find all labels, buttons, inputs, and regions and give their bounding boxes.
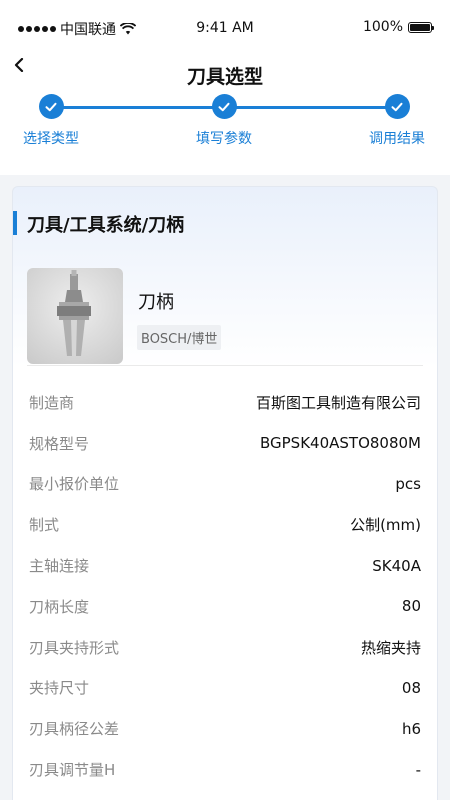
spec-row-manufacturer: 制造商 百斯图工具制造有限公司: [29, 382, 421, 423]
spec-label: 刃具调节量H: [29, 761, 116, 780]
status-bar: 中国联通 9:41 AM 100%: [0, 0, 450, 40]
spec-value: pcs: [395, 474, 421, 493]
status-right: 100%: [362, 19, 434, 35]
spec-list: 制造商 百斯图工具制造有限公司 规格型号 BGPSK40ASTO8080M 最小…: [29, 382, 421, 790]
spec-row-tolerance: 刃具柄径公差 h6: [29, 708, 421, 749]
spec-value: SK40A: [372, 556, 421, 575]
spec-value: 百斯图工具制造有限公司: [255, 393, 421, 412]
step-progress: 选择类型 填写参数 调用结果: [0, 90, 450, 170]
spec-row-length: 刀柄长度 80: [29, 586, 421, 627]
page-title: 刀具选型: [186, 66, 263, 88]
step-select-type[interactable]: 选择类型: [23, 94, 79, 148]
result-card: 刀具/工具系统/刀柄 刀柄 BOSCH/博世 制造商 百斯图工具制造有限公司 规…: [12, 186, 438, 800]
step-label: 填写参数: [196, 131, 252, 147]
spec-value: 80: [401, 597, 421, 616]
spec-value: h6: [401, 719, 421, 738]
battery-percent: 100%: [362, 19, 403, 35]
battery-icon: [408, 21, 434, 33]
brand-badge: BOSCH/博世: [137, 325, 222, 350]
spec-row-unit: 最小报价单位 pcs: [29, 464, 421, 505]
spec-row-clamping-size: 夹持尺寸 08: [29, 668, 421, 709]
spec-value: 热缩夹持: [360, 638, 421, 657]
spec-row-system: 制式 公制(mm): [29, 504, 421, 545]
spec-label: 规格型号: [29, 434, 90, 453]
spec-row-adjustment: 刃具调节量H -: [29, 749, 421, 790]
spec-label: 刃具柄径公差: [29, 720, 120, 739]
spec-row-model: 规格型号 BGPSK40ASTO8080M: [29, 423, 421, 464]
spec-label: 制造商: [29, 393, 75, 412]
spec-row-clamping-type: 刃具夹持形式 热缩夹持: [29, 627, 421, 668]
title-accent-bar: [13, 211, 17, 235]
spec-value: -: [415, 760, 421, 779]
spec-label: 主轴连接: [29, 557, 90, 576]
step-fill-params[interactable]: 填写参数: [196, 94, 252, 148]
step-label: 调用结果: [369, 131, 425, 147]
product-summary[interactable]: 刀柄 BOSCH/博世: [27, 268, 423, 366]
spec-label: 刀柄长度: [29, 597, 90, 616]
spec-row-spindle: 主轴连接 SK40A: [29, 545, 421, 586]
spec-value: 08: [401, 678, 421, 697]
step-result[interactable]: 调用结果: [369, 94, 425, 148]
header-area: 中国联通 9:41 AM 100% 刀具选型 选择类型 填写参数 调用结果: [0, 0, 450, 175]
spec-value: BGPSK40ASTO8080M: [259, 434, 421, 453]
check-icon: [384, 94, 410, 119]
spec-label: 刃具夹持形式: [29, 638, 120, 657]
spec-label: 最小报价单位: [29, 475, 120, 494]
spec-label: 制式: [29, 516, 60, 535]
spec-label: 夹持尺寸: [29, 679, 90, 698]
check-icon: [211, 94, 237, 119]
tool-holder-image: [27, 268, 123, 364]
nav-bar: 刀具选型: [0, 40, 450, 90]
card-title: 刀具/工具系统/刀柄: [27, 215, 185, 236]
spec-value: 公制(mm): [350, 516, 421, 535]
step-label: 选择类型: [23, 131, 79, 147]
product-name: 刀柄: [138, 292, 174, 313]
check-icon: [38, 94, 64, 119]
